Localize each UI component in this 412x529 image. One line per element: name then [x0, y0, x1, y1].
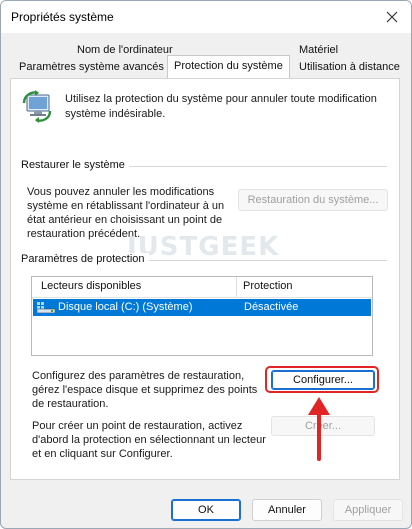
create-description: Pour créer un point de restauration, act…	[32, 420, 266, 460]
apply-button[interactable]: Appliquer	[333, 499, 403, 521]
title-bar: Propriétés système	[1, 1, 411, 33]
tab-remote[interactable]: Utilisation à distance	[293, 58, 406, 77]
highlight-frame	[265, 366, 379, 393]
arrow-up-icon	[305, 395, 333, 461]
watermark-logo: JUSTGEEK	[127, 232, 280, 262]
drive-name: Disque local (C:) (Système)	[58, 301, 193, 313]
restore-heading: Restaurer le système	[21, 159, 129, 171]
drive-row-selected[interactable]: Disque local (C:) (Système) Désactivée	[33, 299, 371, 316]
tab-strip: Nom de l'ordinateur Matériel Paramètres …	[1, 33, 411, 79]
intro-text: Utilisez la protection du système pour a…	[65, 93, 377, 120]
drives-listbox[interactable]: Lecteurs disponibles Protection Disque l…	[31, 276, 373, 356]
list-header: Lecteurs disponibles Protection	[32, 277, 372, 298]
column-header-protection[interactable]: Protection	[243, 280, 293, 292]
ok-button[interactable]: OK	[171, 499, 241, 521]
window-title: Propriétés système	[11, 10, 114, 24]
drive-icon	[36, 302, 56, 314]
tab-system-protection[interactable]: Protection du système	[167, 55, 290, 79]
system-restore-button[interactable]: Restauration du système...	[238, 189, 388, 211]
protection-heading: Paramètres de protection	[21, 253, 149, 265]
system-properties-window: Propriétés système Nom de l'ordinateur M…	[0, 0, 412, 529]
close-icon[interactable]	[383, 8, 401, 26]
system-protection-icon	[20, 89, 54, 123]
tab-advanced[interactable]: Paramètres système avancés	[13, 58, 170, 77]
drive-protection-status: Désactivée	[244, 301, 299, 313]
column-divider[interactable]	[236, 277, 237, 297]
configure-description: Configurez des paramètres de restauratio…	[32, 370, 258, 410]
cancel-button[interactable]: Annuler	[252, 499, 322, 521]
column-header-drives[interactable]: Lecteurs disponibles	[41, 280, 141, 292]
